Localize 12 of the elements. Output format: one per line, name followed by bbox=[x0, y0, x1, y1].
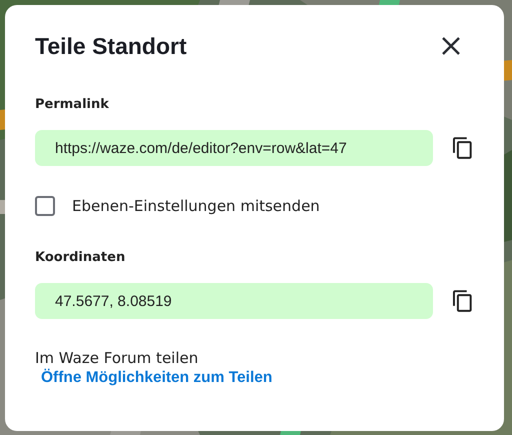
checkbox[interactable] bbox=[35, 196, 55, 216]
field-label: Permalink bbox=[35, 97, 110, 112]
copy-icon[interactable] bbox=[452, 289, 474, 313]
forum-text: Im Waze Forum teilen bbox=[35, 349, 200, 367]
permalink-field[interactable]: https://waze.com/de/editor?env=row&lat=47 bbox=[35, 130, 434, 166]
share-options-link[interactable]: Öffne Möglichkeiten zum Teilen bbox=[41, 369, 272, 386]
field-label: Koordinaten bbox=[35, 250, 126, 265]
dialog-title: Teile Standort bbox=[35, 32, 187, 60]
close-icon[interactable] bbox=[440, 35, 462, 57]
checkbox-label: Ebenen-Einstellungen mitsenden bbox=[72, 197, 320, 215]
copy-icon[interactable] bbox=[452, 136, 474, 160]
coordinates-field[interactable]: 47.5677, 8.08519 bbox=[35, 283, 434, 319]
